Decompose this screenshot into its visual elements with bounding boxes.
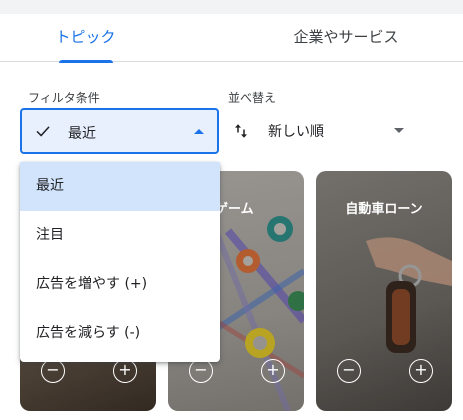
more-ads-button[interactable]: + [409,359,433,383]
more-ads-button[interactable]: + [113,359,137,383]
tab-topics[interactable]: トピック [0,14,171,63]
tab-topics-label: トピック [55,28,116,46]
sort-label: 並べ替え [228,91,277,105]
tab-companies-services[interactable]: 企業やサービス [246,14,446,62]
sort-select[interactable]: 新しい順 [228,108,412,154]
less-ads-button[interactable]: − [41,359,65,383]
topic-card-auto-loan[interactable]: 自動車ローン − + [316,171,452,411]
caret-up-icon [194,129,204,134]
filter-selected-value: 最近 [68,126,96,142]
filter-menu: 最近 注目 広告を増やす (+) 広告を減らす (-) [20,162,220,362]
menu-item-fewer-ads[interactable]: 広告を減らす (-) [20,309,220,358]
check-icon [36,126,50,137]
swap-vert-icon [235,124,247,138]
filter-label: フィルタ条件 [28,91,100,105]
active-tab-indicator [59,60,113,63]
card-title: 自動車ローン [345,202,423,217]
sort-selected-value: 新しい順 [268,124,324,140]
caret-down-icon [394,128,404,133]
less-ads-button[interactable]: − [189,359,213,383]
less-ads-button[interactable]: − [337,359,361,383]
tab-bar: トピック 企業やサービス [0,14,463,63]
menu-item-featured[interactable]: 注目 [20,211,220,260]
filter-select[interactable]: 最近 [20,108,219,154]
menu-item-recent[interactable]: 最近 [20,162,220,211]
topics-panel: トピック 企業やサービス フィルタ条件 並べ替え 最近 新しい順 − + ゲーム… [0,14,463,420]
tab-companies-label: 企業やサービス [293,28,399,46]
top-strip [0,0,463,14]
more-ads-button[interactable]: + [261,359,285,383]
menu-item-more-ads[interactable]: 広告を増やす (+) [20,260,220,309]
